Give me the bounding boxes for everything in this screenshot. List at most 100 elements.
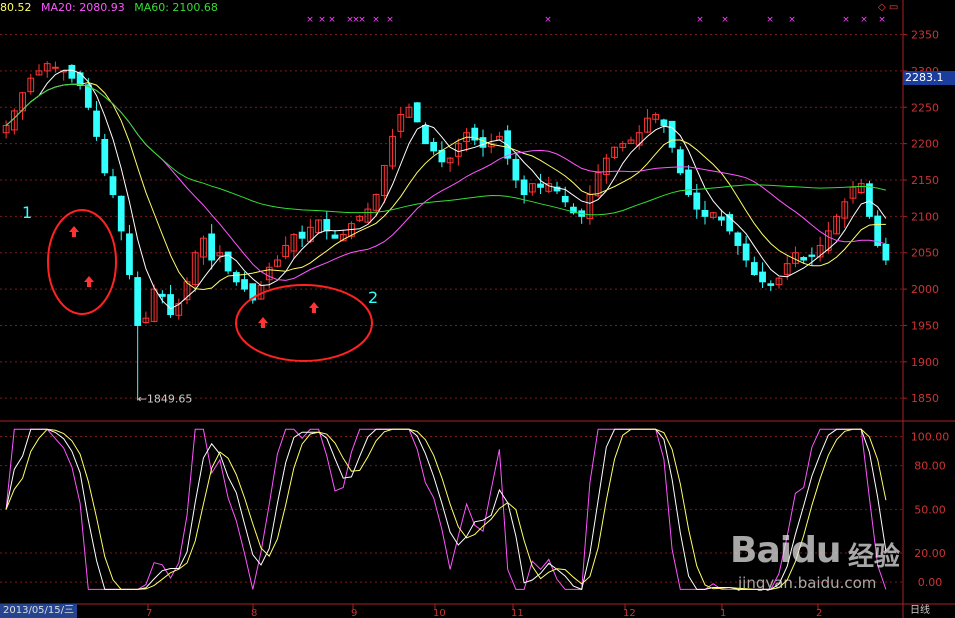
ma-legend: 80.52 MA20: 2080.93 MA60: 2100.68 (0, 0, 224, 16)
ma60-line (5, 83, 887, 216)
price-tick-label: 1900 (911, 356, 939, 369)
candle-body (520, 179, 528, 196)
ma5-value: 80.52 (0, 1, 32, 14)
corner-icons[interactable]: ◇ ▭ (878, 2, 898, 14)
price-tick-label: 2350 (911, 29, 939, 42)
candle-body (117, 195, 125, 232)
candle-body (726, 214, 734, 232)
time-tick-label: 1 (720, 608, 726, 618)
candle-body (685, 169, 692, 196)
candle-body (668, 120, 676, 148)
event-marker: × (842, 15, 850, 25)
candle-body (759, 271, 766, 283)
candle-body (241, 279, 248, 290)
up-arrow-icon (309, 302, 319, 313)
indicator-tick-label: 50.00 (914, 503, 946, 516)
event-marker: × (860, 15, 868, 25)
candle-body (109, 176, 117, 196)
candle-body (298, 231, 306, 239)
event-marker: × (696, 15, 704, 25)
annotation-circle-2 (235, 284, 373, 362)
candle-body (866, 183, 873, 217)
candle-body (537, 183, 544, 188)
up-arrow-icon (69, 226, 79, 237)
event-marker: × (721, 15, 729, 25)
annotations: × × × ××× × × × × × × × × × ×←1849.6512 (22, 15, 886, 405)
candle-body (68, 64, 76, 79)
candle-body (742, 243, 750, 261)
candle-body (561, 195, 569, 203)
candle-body (676, 149, 684, 174)
candle-body (93, 110, 100, 137)
time-tick-label: 10 (433, 608, 446, 618)
ma20-value: MA20: 2080.93 (41, 1, 125, 14)
time-tick-label: 8 (251, 608, 257, 618)
candle-body (126, 233, 133, 276)
candle-body (430, 141, 438, 152)
candle-body (84, 84, 92, 108)
event-marker: × (358, 15, 366, 25)
up-arrow-icon (258, 317, 268, 328)
watermark-cn-text: 经验 (848, 542, 901, 572)
ma20-line (5, 83, 887, 281)
event-marker: × (788, 15, 796, 25)
candle-body (479, 137, 487, 148)
current-price-tag: 2283.1 (903, 71, 955, 85)
event-marker: × (372, 15, 380, 25)
price-tick-label: 1950 (911, 319, 939, 332)
price-tick-label: 2250 (911, 101, 939, 114)
indicator-tick-label: 100.00 (911, 431, 950, 444)
time-tick-label: 9 (351, 608, 357, 618)
time-tick-label: 7 (146, 608, 152, 618)
price-tick-label: 2150 (911, 174, 939, 187)
event-marker: × (306, 15, 314, 25)
candle-body (134, 277, 142, 326)
time-tick-label: 12 (623, 608, 636, 618)
candle-body (800, 257, 808, 261)
ma60-value: MA60: 2100.68 (134, 1, 218, 14)
candle-body (750, 262, 758, 276)
event-marker: × (878, 15, 886, 25)
candle-body (158, 293, 166, 297)
price-tick-label: 2100 (911, 210, 939, 223)
event-marker: × (544, 15, 552, 25)
candle-body (734, 232, 742, 246)
candle-body (232, 272, 240, 283)
candle-body (323, 219, 331, 232)
price-tick-label: 2200 (911, 138, 939, 151)
candle-body (767, 283, 775, 286)
period-label[interactable]: 日线 (910, 604, 930, 618)
annotation-circle-1 (47, 209, 117, 315)
candle-body (167, 294, 174, 316)
baidu-logo: Baidu (730, 530, 841, 571)
indicator-tick-label: 80.00 (914, 460, 946, 473)
candle-body (52, 66, 59, 69)
baidu-watermark: Baidu 经验 jingyan.baidu.com (730, 530, 930, 600)
candle-body (413, 102, 421, 123)
date-label: 2013/05/15/三 (0, 604, 78, 618)
event-marker: × (318, 15, 326, 25)
candle-body (718, 216, 725, 221)
axes: 2350230022502200215021002050200019501900… (0, 0, 955, 618)
event-marker: × (386, 15, 394, 25)
price-plot (2, 61, 890, 399)
candle-body (331, 234, 339, 239)
annotation-label-1: 1 (22, 203, 32, 222)
stock-chart: 2350230022502200215021002050200019501900… (0, 0, 955, 618)
watermark-url: jingyan.baidu.com (738, 574, 877, 592)
price-tick-label: 1850 (911, 392, 939, 405)
price-tick-label: 2050 (911, 247, 939, 260)
time-tick-label: 2 (816, 608, 822, 618)
candle-body (101, 138, 109, 174)
up-arrow-icon (84, 276, 94, 287)
low-label: ←1849.65 (138, 392, 193, 405)
candle-body (693, 192, 701, 210)
candle-body (660, 119, 668, 126)
candle-body (808, 254, 816, 257)
annotation-label-2: 2 (368, 288, 378, 307)
candle-body (422, 124, 429, 145)
event-marker: × (766, 15, 774, 25)
event-marker: × (328, 15, 336, 25)
time-tick-label: 11 (511, 608, 524, 618)
candle-body (512, 158, 520, 181)
